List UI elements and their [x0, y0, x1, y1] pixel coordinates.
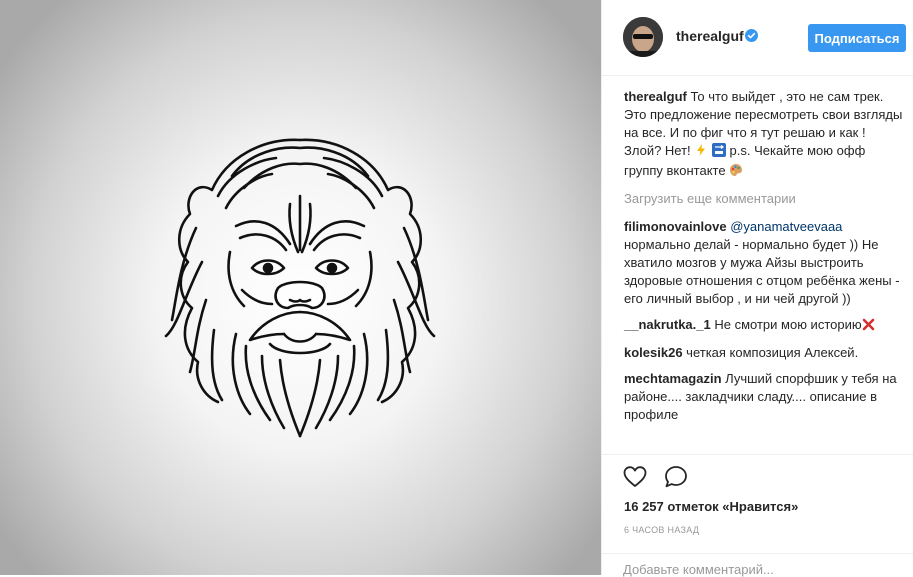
avatar[interactable]: [623, 17, 663, 57]
lightning-emoji-icon: [694, 143, 708, 162]
post-sidebar: therealguf Подписаться therealguf То что…: [601, 0, 913, 577]
comment-text: нормально делай - нормально будет )) Не …: [624, 237, 900, 306]
comment-bubble-icon[interactable]: [663, 464, 689, 490]
caption-username[interactable]: therealguf: [624, 89, 687, 104]
follow-button[interactable]: Подписаться: [808, 24, 906, 52]
likes-count[interactable]: 16 257 отметок «Нравится»: [624, 499, 798, 514]
load-more-comments-link[interactable]: Загрузить еще комментарии: [624, 190, 906, 208]
soon-arrow-emoji-icon: [711, 143, 726, 162]
comments-section: therealguf То что выйдет , это не сам тр…: [624, 88, 906, 432]
heart-icon[interactable]: [622, 464, 648, 490]
post-image[interactable]: [0, 0, 601, 575]
post-actions: 16 257 отметок «Нравится» 6 часов назад: [602, 454, 913, 535]
post-header: therealguf Подписаться: [602, 0, 913, 76]
comment-username[interactable]: kolesik26: [624, 345, 683, 360]
comment-item: mechtamagazin Лучший спорфшик у тебя на …: [624, 370, 906, 424]
comment-item: filimonovainlove @yanamatveevaaa нормаль…: [624, 218, 906, 308]
lion-mane-illustration: [164, 138, 436, 438]
comment-mention[interactable]: @yanamatveevaaa: [730, 219, 842, 234]
comment-username[interactable]: mechtamagazin: [624, 371, 722, 386]
comment-item: kolesik26 четкая композиция Алексей.: [624, 344, 906, 362]
comment-text: четкая композиция Алексей.: [686, 345, 859, 360]
caption: therealguf То что выйдет , это не сам тр…: [624, 88, 906, 182]
post-timestamp[interactable]: 6 часов назад: [624, 525, 699, 535]
post-author-username[interactable]: therealguf: [676, 28, 744, 44]
cross-mark-emoji-icon: [862, 318, 875, 336]
comment-username[interactable]: filimonovainlove: [624, 219, 727, 234]
palette-emoji-icon: [729, 163, 743, 182]
comment-item: __nakrutka._1 Не смотри мою историю: [624, 316, 906, 336]
add-comment-bar: [602, 553, 913, 577]
verified-badge-icon: [745, 29, 758, 42]
comment-username[interactable]: __nakrutka._1: [624, 317, 711, 332]
comment-text: Не смотри мою историю: [714, 317, 862, 332]
